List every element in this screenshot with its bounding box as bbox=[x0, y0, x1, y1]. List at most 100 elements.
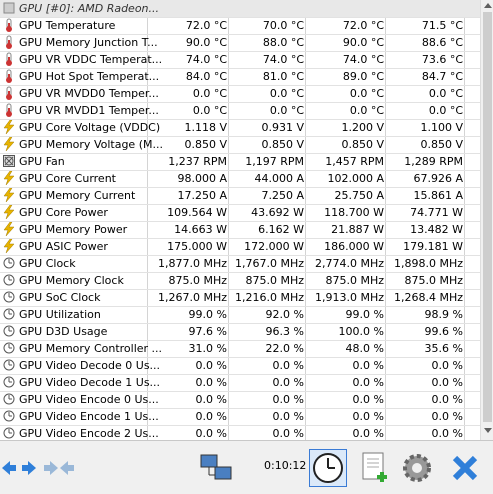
sensor-value-v4: 0.0 % bbox=[431, 359, 463, 372]
lightning-icon bbox=[3, 238, 15, 254]
sensor-row[interactable]: GPU Core Current 98.000 A 44.000 A 102.000 … bbox=[0, 170, 480, 188]
sensor-value-v3: 2,774.0 MHz bbox=[314, 257, 384, 270]
sensor-value-v4: 1,289 RPM bbox=[404, 155, 463, 168]
sensor-value-v4: 67.926 A bbox=[413, 172, 463, 185]
sensor-row[interactable]: GPU Video Decode 0 Us... 0.0 % 0.0 % 0.0 % 0… bbox=[0, 357, 480, 375]
sensor-row[interactable]: GPU Video Encode 1 Us... 0.0 % 0.0 % 0.0 % 0… bbox=[0, 408, 480, 426]
sensor-row[interactable]: GPU ASIC Power 175.000 W 172.000 W 186.000 … bbox=[0, 238, 480, 256]
scroll-down-arrow-icon[interactable] bbox=[484, 428, 492, 433]
clock-icon bbox=[3, 256, 15, 270]
sensor-value-v3: 118.700 W bbox=[324, 206, 384, 219]
sensor-value-v4: 73.6 °C bbox=[421, 53, 463, 66]
scroll-up-arrow-icon[interactable] bbox=[484, 3, 492, 8]
close-button[interactable] bbox=[446, 449, 484, 487]
sensor-value-v1: 99.0 % bbox=[188, 308, 227, 321]
navigate-arrows-alt-button[interactable] bbox=[40, 449, 78, 487]
sensor-value-v4: 0.0 °C bbox=[428, 87, 463, 100]
close-x-icon bbox=[452, 455, 478, 481]
navigate-arrows-button[interactable] bbox=[0, 449, 38, 487]
sensor-row[interactable]: GPU Video Encode 2 Us... 0.0 % 0.0 % 0.0 % 0… bbox=[0, 425, 480, 440]
sensor-value-v2: 0.0 % bbox=[272, 359, 304, 372]
thermometer-icon bbox=[3, 69, 15, 83]
sensor-row[interactable]: GPU SoC Clock 1,267.0 MHz 1,216.0 MHz 1,913… bbox=[0, 289, 480, 307]
sensor-value-v2: 1,197 RPM bbox=[245, 155, 304, 168]
sensor-name: GPU Memory Current bbox=[19, 189, 136, 202]
sensor-value-v4: 13.482 W bbox=[410, 223, 463, 236]
elapsed-timer: 0:10:12 bbox=[264, 459, 307, 472]
clock-button[interactable] bbox=[309, 449, 347, 487]
sensor-row[interactable]: GPU Hot Spot Temperat... 84.0 °C 81.0 °C 89… bbox=[0, 68, 480, 86]
sensor-name: GPU VR VDDC Temperat... bbox=[19, 53, 163, 66]
sensor-value-v3: 0.850 V bbox=[341, 138, 384, 151]
sensor-row[interactable]: GPU Core Power 109.564 W 43.692 W 118.700 W… bbox=[0, 204, 480, 222]
sensor-value-v3: 0.0 °C bbox=[349, 104, 384, 117]
sensor-row[interactable]: GPU Video Encode 0 Us... 0.0 % 0.0 % 0.0 % 0… bbox=[0, 391, 480, 409]
sensor-row[interactable]: GPU Memory Junction T... 90.0 °C 88.0 °C 90… bbox=[0, 34, 480, 52]
add-report-button[interactable] bbox=[355, 449, 393, 487]
clock-icon bbox=[3, 290, 15, 304]
clock-icon bbox=[313, 453, 343, 483]
sensor-value-v2: 875.0 MHz bbox=[245, 274, 304, 287]
sensor-value-v2: 0.0 % bbox=[272, 410, 304, 423]
sensor-value-v2: 0.931 V bbox=[261, 121, 304, 134]
clock-icon bbox=[3, 324, 15, 338]
sensor-name: GPU Memory Controller ... bbox=[19, 342, 163, 355]
sensor-group-label: GPU [#0]: AMD Radeon... bbox=[19, 2, 160, 15]
sensor-group-header[interactable]: GPU [#0]: AMD Radeon... bbox=[0, 0, 480, 18]
sensor-value-v2: 6.162 W bbox=[258, 223, 304, 236]
clock-icon bbox=[3, 341, 15, 355]
sensor-row[interactable]: GPU Memory Current 17.250 A 7.250 A 25.750 … bbox=[0, 187, 480, 205]
sensor-value-v2: 74.0 °C bbox=[262, 53, 304, 66]
sensor-value-v4: 0.0 % bbox=[431, 376, 463, 389]
sensor-row[interactable]: GPU Video Decode 1 Us... 0.0 % 0.0 % 0.0 % 0… bbox=[0, 374, 480, 392]
sensor-value-v1: 1,877.0 MHz bbox=[157, 257, 227, 270]
sensor-value-v1: 0.0 °C bbox=[192, 104, 227, 117]
lightning-icon bbox=[3, 221, 15, 237]
sensor-value-v1: 0.0 °C bbox=[192, 87, 227, 100]
scroll-thumb[interactable] bbox=[483, 12, 492, 422]
sensor-value-v3: 0.0 % bbox=[352, 427, 384, 440]
sensor-value-v4: 0.850 V bbox=[420, 138, 463, 151]
sensor-row[interactable]: GPU Memory Controller ... 31.0 % 22.0 % 48.… bbox=[0, 340, 480, 358]
sensor-value-v4: 0.0 °C bbox=[428, 104, 463, 117]
sensor-name: GPU Memory Clock bbox=[19, 274, 124, 287]
sensor-value-v1: 74.0 °C bbox=[185, 53, 227, 66]
sensor-row[interactable]: GPU VR MVDD0 Temper... 0.0 °C 0.0 °C 0.0 °C… bbox=[0, 85, 480, 103]
settings-button[interactable] bbox=[398, 449, 436, 487]
sensor-name: GPU SoC Clock bbox=[19, 291, 101, 304]
thermometer-icon bbox=[3, 52, 15, 66]
sensor-name: GPU ASIC Power bbox=[19, 240, 108, 253]
sensor-name: GPU Core Power bbox=[19, 206, 108, 219]
thermometer-icon bbox=[3, 86, 15, 100]
sensor-value-v1: 14.663 W bbox=[174, 223, 227, 236]
thermometer-icon bbox=[3, 35, 15, 49]
sensor-value-v2: 0.0 % bbox=[272, 376, 304, 389]
sensor-row[interactable]: GPU Memory Power 14.663 W 6.162 W 21.887 W 1… bbox=[0, 221, 480, 239]
sensor-name: GPU D3D Usage bbox=[19, 325, 108, 338]
clock-icon bbox=[3, 375, 15, 389]
sensor-value-v1: 0.850 V bbox=[184, 138, 227, 151]
network-computers-button[interactable] bbox=[197, 449, 235, 487]
sensor-name: GPU Memory Power bbox=[19, 223, 128, 236]
sensor-value-v3: 875.0 MHz bbox=[325, 274, 384, 287]
sensor-value-v2: 43.692 W bbox=[251, 206, 304, 219]
vertical-scrollbar[interactable] bbox=[480, 0, 493, 440]
sensor-row[interactable]: GPU VR VDDC Temperat... 74.0 °C 74.0 °C 74.… bbox=[0, 51, 480, 69]
sensor-name: GPU Memory Junction T... bbox=[19, 36, 158, 49]
sensor-row[interactable]: GPU D3D Usage 97.6 % 96.3 % 100.0 % 99.6 % bbox=[0, 323, 480, 341]
sensor-row[interactable]: GPU Core Voltage (VDDC) 1.118 V 0.931 V 1.2… bbox=[0, 119, 480, 137]
sensor-value-v4: 875.0 MHz bbox=[404, 274, 463, 287]
sensor-row[interactable]: GPU Memory Voltage (M... 0.850 V 0.850 V 0.… bbox=[0, 136, 480, 154]
sensor-value-v3: 0.0 % bbox=[352, 359, 384, 372]
sensor-value-v3: 1,457 RPM bbox=[325, 155, 384, 168]
sensor-row[interactable]: GPU Clock 1,877.0 MHz 1,767.0 MHz 2,774.0 M… bbox=[0, 255, 480, 273]
sensor-row[interactable]: GPU Temperature 72.0 °C 70.0 °C 72.0 °C 71.5… bbox=[0, 17, 480, 35]
sensor-row[interactable]: GPU VR MVDD1 Temper... 0.0 °C 0.0 °C 0.0 °C… bbox=[0, 102, 480, 120]
sensor-value-v4: 0.0 % bbox=[431, 393, 463, 406]
sensor-value-v4: 0.0 % bbox=[431, 410, 463, 423]
sensor-row[interactable]: GPU Memory Clock 875.0 MHz 875.0 MHz 875.0 … bbox=[0, 272, 480, 290]
clock-icon bbox=[3, 307, 15, 321]
lightning-icon bbox=[3, 170, 15, 186]
sensor-row[interactable]: GPU Utilization 99.0 % 92.0 % 99.0 % 98.9 % bbox=[0, 306, 480, 324]
sensor-row[interactable]: GPU Fan 1,237 RPM 1,197 RPM 1,457 RPM 1,289 … bbox=[0, 153, 480, 171]
